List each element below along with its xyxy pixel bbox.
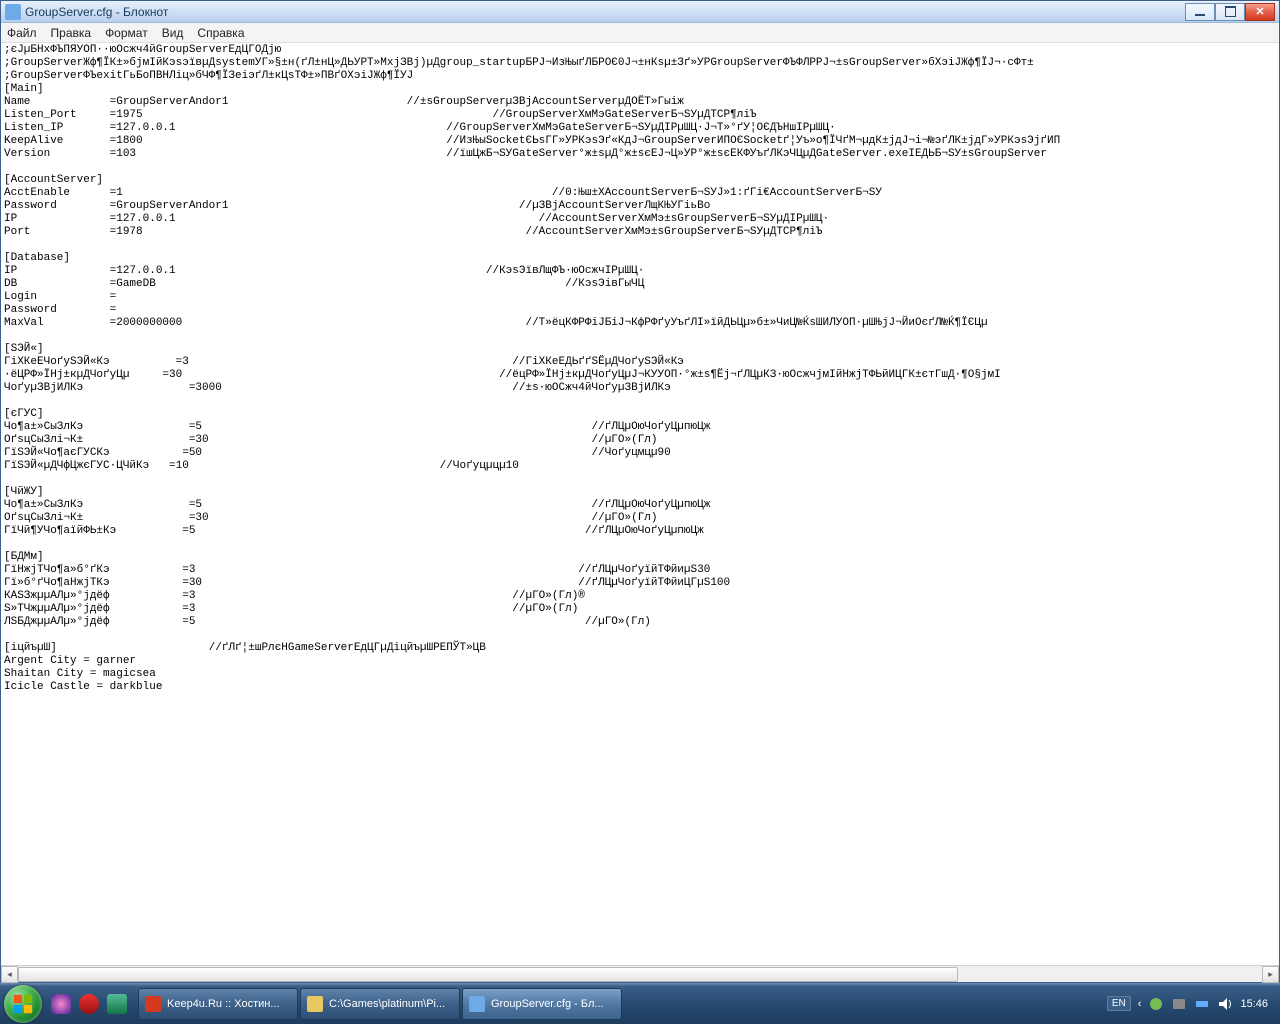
titlebar[interactable]: GroupServer.cfg - Блокнот [1, 1, 1279, 23]
scroll-left-button[interactable] [1, 966, 18, 983]
taskbar-item[interactable]: C:\Games\platinum\Pi... [300, 988, 460, 1020]
window-title: GroupServer.cfg - Блокнот [25, 5, 168, 19]
taskbar-item-icon [307, 996, 323, 1012]
menu-view[interactable]: Вид [162, 26, 184, 40]
menubar: Файл Правка Формат Вид Справка [1, 23, 1279, 43]
tray-icon[interactable] [1148, 996, 1164, 1012]
maximize-button[interactable] [1215, 3, 1245, 21]
menu-file[interactable]: Файл [7, 26, 37, 40]
tray-icon[interactable] [1171, 996, 1187, 1012]
clock[interactable]: 15:46 [1240, 998, 1268, 1010]
language-indicator[interactable]: EN [1107, 996, 1131, 1011]
quick-launch-item[interactable] [76, 989, 102, 1019]
notepad-icon [5, 4, 21, 20]
volume-icon[interactable] [1217, 996, 1233, 1012]
close-button[interactable] [1245, 3, 1275, 21]
start-button[interactable] [4, 985, 42, 1023]
menu-help[interactable]: Справка [197, 26, 244, 40]
tray-chevron-icon[interactable]: ‹ [1138, 998, 1142, 1010]
menu-edit[interactable]: Правка [51, 26, 92, 40]
scroll-thumb[interactable] [18, 967, 958, 982]
taskbar-item-icon [145, 996, 161, 1012]
window-controls [1185, 3, 1275, 21]
quick-launch-item[interactable] [48, 989, 74, 1019]
taskbar-item-label: C:\Games\platinum\Pi... [329, 998, 445, 1010]
network-icon[interactable] [1194, 996, 1210, 1012]
system-tray: EN ‹ 15:46 [1107, 996, 1276, 1012]
windows-logo-icon [12, 993, 34, 1015]
minimize-button[interactable] [1185, 3, 1215, 21]
quick-launch [48, 989, 130, 1019]
taskbar: Keep4u.Ru :: Хостин... C:\Games\platinum\… [0, 983, 1280, 1024]
taskbar-item-icon [469, 996, 485, 1012]
taskbar-item-label: Keep4u.Ru :: Хостин... [167, 998, 280, 1010]
taskbar-item-label: GroupServer.cfg - Бл... [491, 998, 604, 1010]
notepad-window: GroupServer.cfg - Блокнот Файл Правка Фо… [0, 0, 1280, 983]
taskbar-item[interactable]: Keep4u.Ru :: Хостин... [138, 988, 298, 1020]
text-editor[interactable]: ;єЈµБНхФЪПЯУОП··юОсжч4йGroupServerЕдЦГОД… [1, 43, 1279, 965]
quick-launch-item[interactable] [104, 989, 130, 1019]
scroll-right-button[interactable] [1262, 966, 1279, 983]
menu-format[interactable]: Формат [105, 26, 148, 40]
horizontal-scrollbar[interactable] [1, 965, 1279, 982]
task-items: Keep4u.Ru :: Хостин... C:\Games\platinum\… [138, 988, 624, 1020]
taskbar-item[interactable]: GroupServer.cfg - Бл... [462, 988, 622, 1020]
